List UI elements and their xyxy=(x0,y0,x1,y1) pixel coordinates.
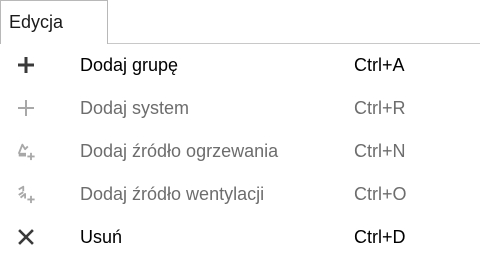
menu-edycja[interactable]: Edycja xyxy=(0,0,108,44)
menu-item-dodaj-system[interactable]: Dodaj system Ctrl+R xyxy=(0,87,480,130)
menu-item-label: Dodaj źródło wentylacji xyxy=(80,184,265,204)
menu-item-dodaj-zrodlo-wentylacji[interactable]: Dodaj źródło wentylacji Ctrl+O xyxy=(0,173,480,216)
menu-item-shortcut: Ctrl+N xyxy=(354,141,406,161)
menu-item-label: Dodaj system xyxy=(80,98,190,118)
edycja-dropdown: Dodaj grupę Ctrl+A Dodaj system Ctrl+R D… xyxy=(0,44,480,259)
app-window: Edycja Dodaj grupę Ctrl+A Dodaj system C… xyxy=(0,0,480,259)
plus-icon xyxy=(16,53,36,77)
menu-item-shortcut: Ctrl+O xyxy=(354,184,407,204)
menu-item-label: Dodaj źródło ogrzewania xyxy=(80,141,279,161)
menu-item-shortcut: Ctrl+A xyxy=(354,55,405,75)
menu-item-label: Dodaj grupę xyxy=(80,55,179,75)
menu-item-dodaj-zrodlo-ogrzewania[interactable]: Dodaj źródło ogrzewania Ctrl+N xyxy=(0,130,480,173)
plus-icon xyxy=(16,96,36,120)
ventilation-source-add-icon xyxy=(16,182,36,206)
menu-item-shortcut: Ctrl+R xyxy=(354,98,406,118)
menu-item-usun[interactable]: Usuń Ctrl+D xyxy=(0,216,480,259)
menu-item-dodaj-grupe[interactable]: Dodaj grupę Ctrl+A xyxy=(0,44,480,87)
menu-item-label: Usuń xyxy=(80,227,123,247)
delete-x-icon xyxy=(16,225,36,249)
menu-edycja-label: Edycja xyxy=(9,12,64,32)
heat-source-add-icon xyxy=(16,139,36,163)
menu-item-shortcut: Ctrl+D xyxy=(354,227,406,247)
menu-bar: Edycja xyxy=(0,0,480,44)
